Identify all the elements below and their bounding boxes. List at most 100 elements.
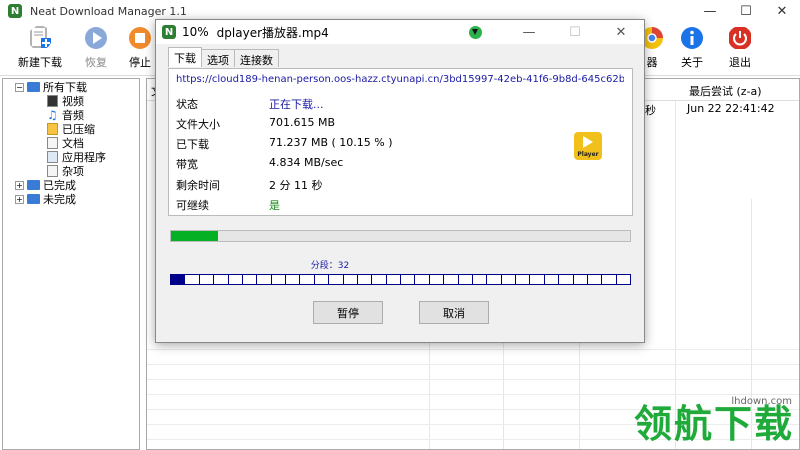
segment-cell	[473, 275, 488, 284]
status-label: 状态	[176, 98, 198, 111]
segment-cell	[286, 275, 301, 284]
exit-label: 退出	[729, 56, 751, 69]
tab-connections[interactable]: 连接数	[234, 49, 279, 67]
segment-cell	[559, 275, 574, 284]
watermark-text: 领航下载	[633, 402, 794, 446]
player-icon-label: Player	[577, 151, 599, 158]
file-size-label: 文件大小	[176, 118, 220, 131]
app-title: Neat Download Manager 1.1	[30, 4, 187, 18]
segment-cell	[602, 275, 617, 284]
dialog-percent: 10%	[182, 25, 209, 39]
new-download-icon	[30, 26, 51, 48]
segment-cell	[214, 275, 229, 284]
segment-cell	[243, 275, 258, 284]
segment-cell	[387, 275, 401, 284]
segment-cell	[574, 275, 588, 284]
downloaded-value: 71.237 MB ( 10.15 % )	[269, 136, 393, 149]
about-button[interactable]: 关于	[670, 26, 714, 70]
segment-cell	[257, 275, 272, 284]
close-button[interactable]: ✕	[764, 0, 800, 22]
column-divider	[429, 329, 430, 449]
tree-item-compressed[interactable]: 已压缩	[47, 122, 95, 136]
category-tree: − 所有下载 视频 ♫ 音频 已压缩 文档 应用程序 杂项 + 已完成 + 未完…	[2, 78, 140, 450]
new-download-label: 新建下载	[18, 56, 62, 69]
segment-cell	[545, 275, 560, 284]
watermark: lhdown.com 领航下载	[606, 396, 796, 448]
segment-cell	[300, 275, 315, 284]
film-icon	[47, 95, 58, 107]
folder-icon	[27, 82, 40, 92]
dialog-maximize-button[interactable]: ☐	[552, 20, 598, 44]
resumable-label: 可继续	[176, 199, 209, 212]
dialog-tabs: 下载 选项 连接数	[168, 47, 279, 67]
file-size-value: 701.615 MB	[269, 116, 336, 129]
segment-cell	[459, 275, 473, 284]
segment-cell	[617, 275, 630, 284]
tree-item-documents[interactable]: 文档	[47, 136, 84, 150]
maximize-button[interactable]: ☐	[728, 0, 764, 22]
archive-icon	[47, 123, 58, 135]
cancel-button[interactable]: 取消	[419, 301, 489, 324]
tree-item-all[interactable]: − 所有下载	[15, 80, 87, 94]
segment-cell	[185, 275, 200, 284]
info-icon	[681, 27, 703, 49]
segment-cell	[415, 275, 430, 284]
app-logo-icon: N	[8, 4, 22, 18]
tree-item-applications[interactable]: 应用程序	[47, 150, 106, 164]
music-note-icon: ♫	[47, 108, 58, 122]
download-arrow-icon	[469, 25, 482, 39]
segment-cell	[502, 275, 516, 284]
expand-icon[interactable]: +	[15, 180, 24, 190]
expand-icon[interactable]: +	[15, 194, 24, 204]
pause-button[interactable]: 暂停	[313, 301, 383, 324]
tree-item-video[interactable]: 视频	[47, 94, 84, 108]
segment-cell	[530, 275, 545, 284]
resume-icon	[85, 27, 107, 49]
progress-fill	[171, 231, 218, 241]
application-icon	[47, 151, 58, 163]
dialog-window-controls: — ☐ ✕	[469, 20, 644, 44]
resume-label: 恢复	[85, 56, 107, 69]
document-icon	[47, 137, 58, 149]
tree-item-audio[interactable]: ♫ 音频	[47, 108, 84, 122]
tree-item-completed[interactable]: + 已完成	[15, 178, 76, 192]
segment-cell	[430, 275, 445, 284]
player-app-icon: Player	[574, 132, 602, 160]
tab-options[interactable]: 选项	[201, 49, 235, 67]
about-label: 关于	[681, 56, 703, 69]
dialog-title-bar: N 10% dplayer播放器.mp4 — ☐ ✕	[156, 20, 644, 44]
download-progress-bar	[170, 230, 631, 242]
segment-cell	[171, 275, 186, 284]
dialog-minimize-button[interactable]: —	[506, 20, 552, 44]
bandwidth-label: 带宽	[176, 158, 198, 171]
tree-item-label: 未完成	[43, 193, 76, 206]
stop-icon	[129, 27, 151, 49]
row-divider	[147, 349, 799, 350]
tree-item-misc[interactable]: 杂项	[47, 164, 84, 178]
minimize-button[interactable]: —	[692, 0, 728, 22]
play-icon	[583, 136, 593, 148]
segment-cell	[401, 275, 416, 284]
new-download-button[interactable]: 新建下载	[18, 26, 62, 70]
dialog-close-button[interactable]: ✕	[598, 20, 644, 44]
resume-button[interactable]: 恢复	[74, 26, 118, 70]
segment-cell	[329, 275, 344, 284]
dialog-filename: dplayer播放器.mp4	[216, 25, 329, 40]
tab-download[interactable]: 下载	[168, 47, 202, 67]
downloaded-label: 已下载	[176, 138, 209, 151]
segment-cell	[358, 275, 373, 284]
segment-cell	[444, 275, 459, 284]
power-icon	[729, 27, 751, 49]
tree-item-incomplete[interactable]: + 未完成	[15, 192, 76, 206]
column-header-last-try[interactable]: 最后尝试 (z-a)	[689, 83, 762, 99]
file-icon	[47, 165, 58, 177]
row-last-try-cell: Jun 22 22:41:42	[687, 102, 775, 115]
segments-label: 分段：32	[310, 261, 350, 271]
status-value: 正在下载...	[269, 98, 324, 111]
segments-bar	[170, 274, 631, 285]
segment-cell	[344, 275, 358, 284]
exit-button[interactable]: 退出	[718, 26, 762, 70]
collapse-icon[interactable]: −	[15, 82, 24, 92]
app-logo-icon: N	[162, 25, 176, 39]
folder-icon	[27, 194, 40, 204]
